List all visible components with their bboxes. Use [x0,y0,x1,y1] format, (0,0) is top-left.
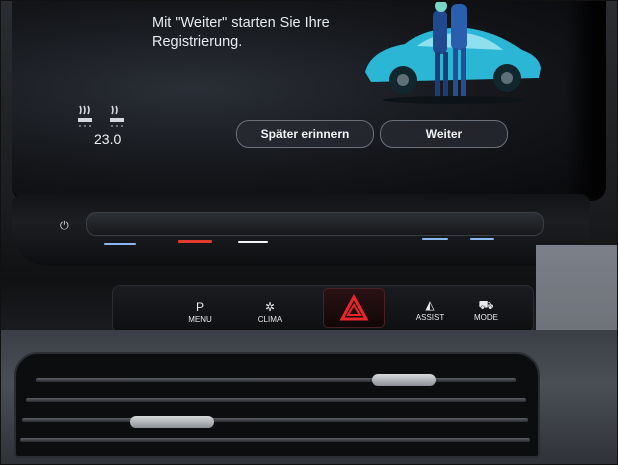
car-mode-icon: ⛟ [478,298,494,312]
parking-menu-icon: P [195,300,204,314]
menu-key[interactable]: P MENU [178,300,222,324]
seat-heat-icon[interactable] [74,102,134,128]
assist-key[interactable]: ◭ ASSIST [408,298,452,322]
registration-message: Mit "Weiter" starten Sie Ihre Registrier… [152,14,330,52]
hazard-button[interactable] [323,288,385,328]
photo-frame: Mit "Weiter" starten Sie Ihre Registrier… [0,0,618,465]
vent-adjuster-left[interactable] [130,416,214,428]
assist-key-label: ASSIST [415,313,445,322]
remind-later-button[interactable]: Später erinnern [236,120,374,148]
clima-key-label: CLIMA [257,315,283,324]
menu-key-label: MENU [188,315,212,324]
led-blue-right-2 [470,238,494,240]
led-blue-left [104,243,136,245]
power-icon[interactable]: ⏻ [60,220,69,233]
hazard-icon [339,293,369,321]
mode-key-label: MODE [474,313,498,322]
vent-slat [22,418,528,422]
touch-slider-bar[interactable] [86,212,544,236]
next-button[interactable]: Weiter [380,120,508,148]
car-illustration [365,2,541,104]
fan-icon: ✲ [264,300,276,314]
message-line-1: Mit "Weiter" starten Sie Ihre [152,15,330,31]
clima-key[interactable]: ✲ CLIMA [248,300,292,324]
message-line-2: Registrierung. [152,34,243,50]
led-blue-right-1 [422,238,448,240]
air-vent[interactable] [14,352,540,458]
led-white [238,241,268,243]
vent-slat [36,378,516,382]
vent-adjuster-right[interactable] [372,374,436,386]
assist-icon: ◭ [425,298,435,312]
infotainment-display[interactable]: Mit "Weiter" starten Sie Ihre Registrier… [12,0,606,201]
led-red [178,240,212,243]
vent-slat [20,438,530,442]
vent-slat [26,398,526,402]
temperature-readout: 23.0 [94,131,122,147]
mode-key[interactable]: ⛟ MODE [464,298,508,322]
